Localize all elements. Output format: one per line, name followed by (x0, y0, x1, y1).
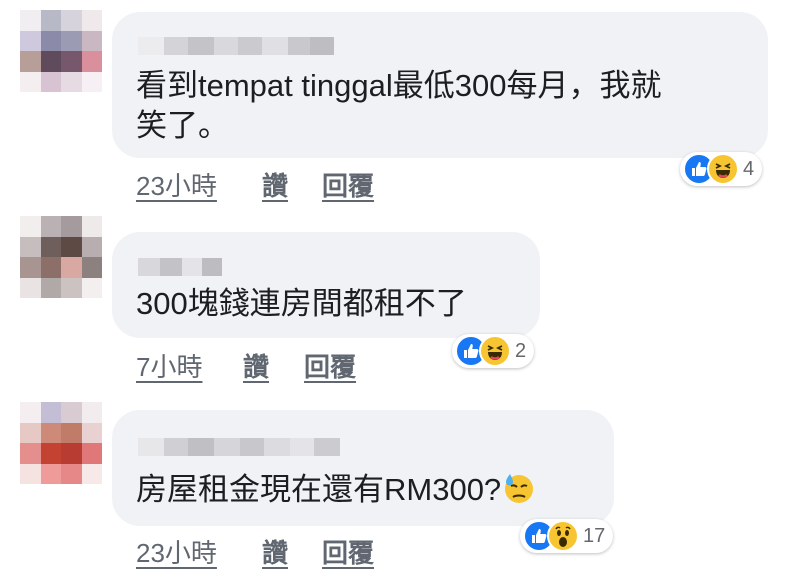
reply-link[interactable]: 回覆 (304, 347, 356, 384)
haha-icon (479, 335, 511, 367)
like-link[interactable]: 讚 (243, 347, 269, 384)
downcast-face-with-sweat-emoji (503, 472, 535, 504)
reply-link[interactable]: 回覆 (322, 166, 374, 203)
reply-link[interactable]: 回覆 (322, 533, 374, 570)
author-name-redacted[interactable] (138, 438, 340, 456)
avatar[interactable] (20, 216, 102, 298)
comment-text-content: 房屋租金現在還有RM300? (136, 472, 502, 507)
author-name-redacted[interactable] (138, 258, 222, 276)
reaction-count: 2 (515, 339, 527, 362)
timestamp-link[interactable]: 7小時 (136, 347, 202, 384)
reaction-summary[interactable]: 17 (520, 519, 614, 553)
like-link[interactable]: 讚 (262, 166, 288, 203)
avatar[interactable] (20, 10, 102, 92)
timestamp-link[interactable]: 23小時 (136, 533, 217, 570)
timestamp-link[interactable]: 23小時 (136, 166, 217, 203)
haha-icon (707, 153, 739, 185)
reaction-count: 4 (743, 157, 755, 180)
comment-bubble: 看到tempat tinggal最低300每月，我就 笑了。 (112, 12, 768, 158)
like-link[interactable]: 讚 (262, 533, 288, 570)
comment-text: 看到tempat tinggal最低300每月，我就 笑了。 (136, 68, 662, 143)
reaction-count: 17 (583, 524, 606, 547)
reaction-summary[interactable]: 4 (680, 152, 763, 186)
comment-text: 300塊錢連房間都租不了 (136, 286, 467, 321)
comment-text: 房屋租金現在還有RM300? (136, 470, 606, 510)
comment-bubble: 300塊錢連房間都租不了 (112, 232, 540, 338)
reaction-summary[interactable]: 2 (452, 334, 535, 368)
avatar[interactable] (20, 402, 102, 484)
author-name-redacted[interactable] (138, 37, 334, 55)
wow-icon (547, 520, 579, 552)
comment-bubble: 房屋租金現在還有RM300? (112, 410, 614, 526)
